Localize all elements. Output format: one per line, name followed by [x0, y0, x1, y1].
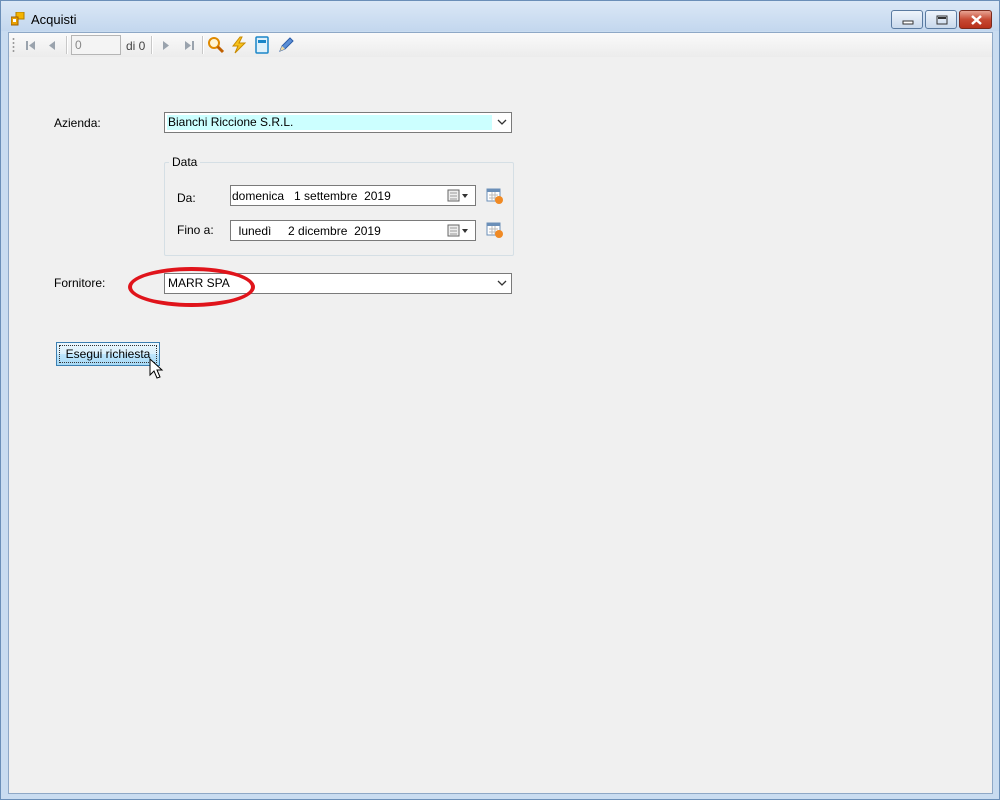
data-groupbox: [164, 162, 514, 256]
move-next-icon: [163, 41, 169, 50]
red-highlight-ellipse: [128, 267, 255, 307]
binding-navigator: di 0: [9, 33, 992, 57]
search-button[interactable]: [206, 35, 226, 55]
azienda-label: Azienda:: [54, 116, 101, 130]
move-next-button[interactable]: [155, 35, 175, 55]
azienda-value: Bianchi Riccione S.R.L.: [167, 115, 492, 130]
pen-button[interactable]: [276, 35, 296, 55]
toolbar-separator: [151, 36, 153, 54]
position-input[interactable]: [71, 35, 121, 55]
title-bar[interactable]: Acquisti: [1, 1, 999, 31]
da-calendar-dropdown[interactable]: [447, 189, 471, 203]
move-last-button[interactable]: [179, 35, 199, 55]
restore-icon: [936, 15, 948, 25]
fino-a-label: Fino a:: [177, 223, 214, 237]
lightning-icon: [231, 36, 247, 54]
close-button[interactable]: [959, 10, 992, 29]
da-label: Da:: [177, 191, 196, 205]
calendar-clear-icon: [486, 188, 503, 204]
fornitore-dropdown-button[interactable]: [493, 274, 511, 293]
close-icon: [971, 15, 982, 25]
execute-lightning-button[interactable]: [229, 35, 249, 55]
form-client-area: di 0 Azienda: Bianchi: [8, 32, 993, 794]
maximize-button[interactable]: [925, 10, 957, 29]
execute-query-label: Esegui richiesta: [65, 347, 151, 361]
app-forms-icon: [10, 11, 25, 26]
calendar-dropdown-icon: [447, 224, 468, 237]
app-window: Acquisti di 0: [0, 0, 1000, 800]
minimize-icon: [902, 20, 914, 25]
azienda-dropdown-button[interactable]: [493, 113, 511, 132]
document-icon: [255, 36, 269, 54]
move-previous-icon: [49, 41, 55, 50]
minimize-button[interactable]: [891, 10, 923, 29]
chevron-down-icon: [497, 280, 507, 286]
da-date-value: domenica 1 settembre 2019: [232, 189, 391, 203]
chevron-down-icon: [497, 119, 507, 125]
fino-a-date-value: lunedì 2 dicembre 2019: [232, 224, 381, 238]
fino-a-calendar-button[interactable]: [486, 221, 504, 239]
fornitore-label: Fornitore:: [54, 276, 106, 290]
azienda-combobox[interactable]: Bianchi Riccione S.R.L.: [164, 112, 512, 133]
window-title: Acquisti: [31, 12, 77, 27]
move-first-icon: [26, 41, 35, 50]
fino-a-datepicker[interactable]: lunedì 2 dicembre 2019: [230, 220, 476, 241]
toolbar-grip[interactable]: [12, 37, 15, 53]
move-first-button[interactable]: [21, 35, 41, 55]
calendar-dropdown-icon: [447, 189, 468, 202]
calendar-clear-icon: [486, 222, 503, 238]
toolbar-separator: [66, 36, 68, 54]
move-previous-button[interactable]: [43, 35, 63, 55]
toolbar-separator: [202, 36, 204, 54]
execute-query-button[interactable]: Esegui richiesta: [56, 342, 160, 366]
record-count-label: di 0: [126, 39, 146, 53]
mouse-cursor-icon: [149, 358, 164, 379]
data-group-title: Data: [169, 155, 201, 169]
search-icon: [208, 37, 225, 54]
document-button[interactable]: [252, 35, 272, 55]
da-calendar-button[interactable]: [486, 187, 504, 205]
fino-a-calendar-dropdown[interactable]: [447, 224, 471, 238]
move-last-icon: [185, 41, 194, 50]
da-datepicker[interactable]: domenica 1 settembre 2019: [230, 185, 476, 206]
pen-icon: [279, 37, 294, 52]
